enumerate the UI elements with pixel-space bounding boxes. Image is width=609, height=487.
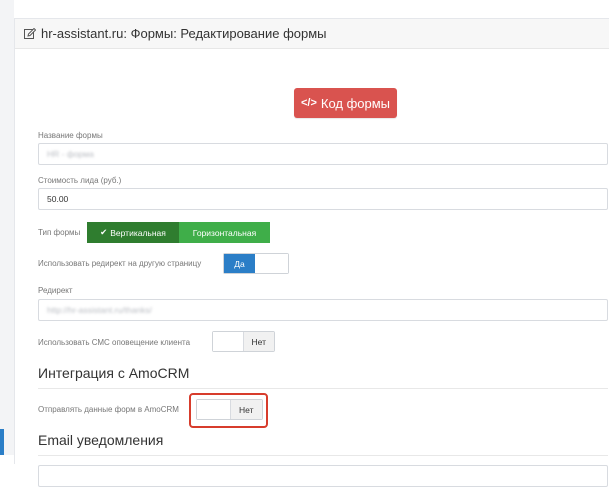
form-type-vertical[interactable]: ✔ Вертикальная <box>87 222 179 243</box>
sms-notify-toggle[interactable]: Нет <box>212 331 275 352</box>
email-divider <box>38 455 608 456</box>
amocrm-send-label: Отправлять данные форм в AmoCRM <box>38 405 179 414</box>
lead-cost-input[interactable]: 50.00 <box>38 188 608 210</box>
email-input[interactable] <box>38 465 608 487</box>
sms-notify-off: Нет <box>242 332 274 351</box>
redirect-value: http://hr-assistant.ru/thanks/ <box>47 305 152 315</box>
redirect-label: Редирект <box>38 286 73 295</box>
form-type-switch: ✔ Вертикальная Горизонтальная <box>87 222 270 243</box>
sms-notify-handle <box>213 332 243 351</box>
form-type-horizontal[interactable]: Горизонтальная <box>179 222 270 243</box>
form-name-value: HR - форма <box>47 149 94 159</box>
form-code-button[interactable]: </> Код формы <box>294 88 397 118</box>
scroll-indicator <box>0 429 4 455</box>
amocrm-divider <box>38 388 608 389</box>
form-name-label: Название формы <box>38 131 103 140</box>
check-icon: ✔ <box>100 227 108 237</box>
use-redirect-handle <box>255 254 288 273</box>
form-type-horizontal-label: Горизонтальная <box>192 227 257 238</box>
sms-notify-label: Использовать СМС оповещение клиента <box>38 338 191 347</box>
use-redirect-toggle[interactable]: Да <box>223 253 289 274</box>
use-redirect-label: Использовать редирект на другую страницу <box>38 259 202 268</box>
code-icon: </> <box>300 97 317 109</box>
panel-title: hr-assistant.ru: Формы: Редактирование ф… <box>41 26 327 41</box>
redirect-input[interactable]: http://hr-assistant.ru/thanks/ <box>38 299 608 321</box>
email-section-title: Email уведомления <box>38 432 164 448</box>
form-code-button-label: Код формы <box>320 95 391 111</box>
form-edit-panel: hr-assistant.ru: Формы: Редактирование ф… <box>14 18 609 487</box>
highlight-box <box>189 393 268 428</box>
use-redirect-on: Да <box>224 254 255 273</box>
lead-cost-label: Стоимость лида (руб.) <box>38 176 122 185</box>
panel-header: hr-assistant.ru: Формы: Редактирование ф… <box>15 19 609 49</box>
form-name-input[interactable]: HR - форма <box>38 143 608 165</box>
form-type-label: Тип формы <box>38 228 81 237</box>
form-type-vertical-label: Вертикальная <box>110 227 166 238</box>
amocrm-section-title: Интеграция с AmoCRM <box>38 365 190 381</box>
lead-cost-value: 50.00 <box>47 194 69 204</box>
page-background <box>0 0 14 455</box>
edit-icon <box>24 27 38 41</box>
